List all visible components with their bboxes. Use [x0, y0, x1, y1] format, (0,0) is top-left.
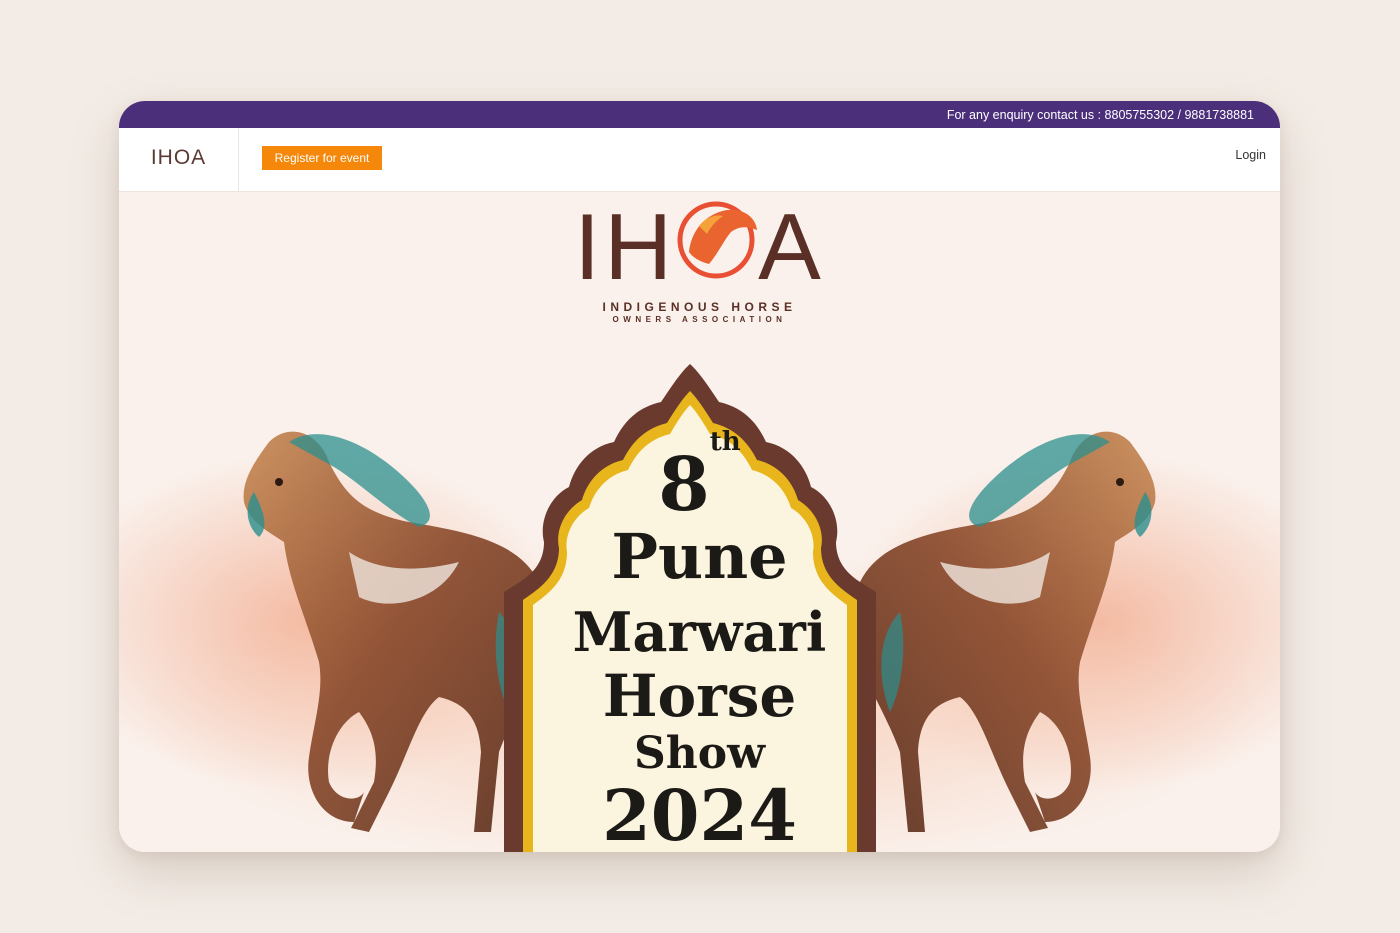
hero-banner: IH A INDIGENOUS HORSE OWNERS ASSOCIATION…	[119, 192, 1280, 852]
site-logo-subtext	[178, 170, 179, 174]
edition-suffix: th	[709, 427, 741, 458]
org-name-line1: INDIGENOUS HORSE	[602, 300, 797, 314]
browser-window: For any enquiry contact us : 8805755302 …	[119, 101, 1280, 852]
edition-number: 8	[658, 442, 710, 528]
horse-heading: Horse	[602, 662, 797, 730]
breed-heading: Marwari	[572, 600, 827, 664]
year-heading: 2024	[602, 774, 797, 852]
register-for-event-button[interactable]: Register for event	[262, 146, 382, 170]
logo-letter-right: A	[758, 194, 825, 299]
organisation-logo: IH A INDIGENOUS HORSE OWNERS ASSOCIATION	[119, 200, 1280, 325]
enquiry-text: For any enquiry contact us : 8805755302 …	[946, 107, 1254, 122]
login-link[interactable]: Login	[1235, 148, 1266, 162]
site-logo-text: IHOA	[150, 145, 207, 169]
contact-bar: For any enquiry contact us : 8805755302 …	[119, 101, 1280, 128]
navigation-bar: IHOA Register for event Login	[119, 128, 1280, 192]
logo-wordmark: IH A	[574, 200, 825, 294]
city-heading: Pune	[611, 520, 788, 593]
edition-heading: 8th	[119, 427, 1280, 528]
org-name-line2: OWNERS ASSOCIATION	[612, 315, 787, 324]
show-heading: Show	[634, 728, 765, 779]
logo-letters-left: IH	[574, 194, 677, 299]
site-logo[interactable]: IHOA	[119, 128, 239, 192]
